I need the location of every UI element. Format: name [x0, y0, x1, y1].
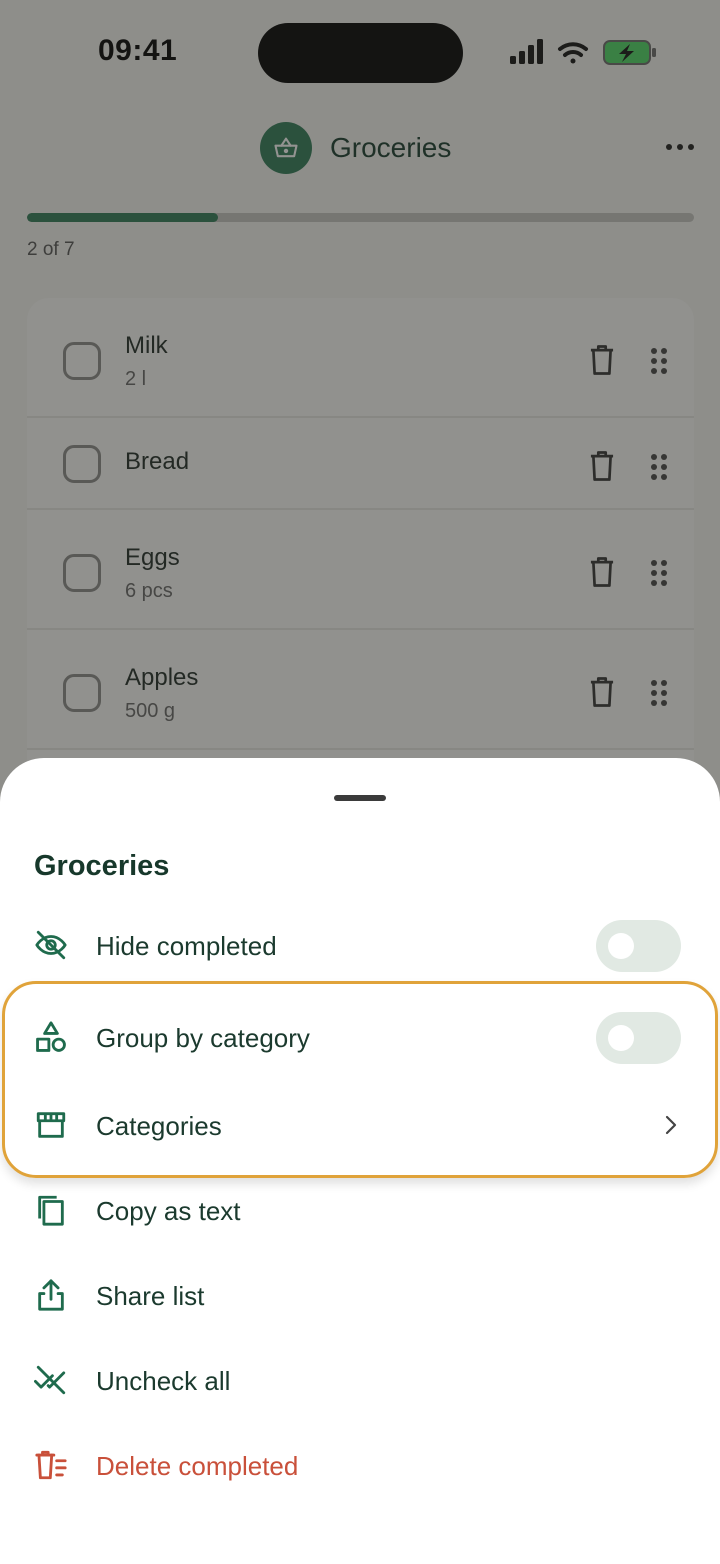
option-label: Share list	[96, 1281, 205, 1311]
hide-completed-toggle[interactable]	[596, 920, 681, 972]
option-label: Uncheck all	[96, 1366, 231, 1396]
option-label: Copy as text	[96, 1196, 241, 1226]
option-hide-completed[interactable]: Hide completed	[0, 910, 720, 982]
copy-icon	[38, 1195, 64, 1226]
highlight-outline	[2, 981, 718, 1178]
sheet-grabber[interactable]	[334, 795, 386, 801]
option-share-list[interactable]: Share list	[0, 1260, 720, 1332]
option-label: Delete completed	[96, 1451, 299, 1481]
option-label: Hide completed	[96, 931, 277, 961]
option-copy-as-text[interactable]: Copy as text	[0, 1175, 720, 1247]
toggle-knob	[608, 933, 634, 959]
option-delete-completed[interactable]: Delete completed	[0, 1430, 720, 1502]
uncheck-all-icon	[34, 1365, 66, 1395]
sheet-title: Groceries	[34, 850, 170, 882]
eye-off-icon	[35, 930, 67, 960]
share-icon	[38, 1279, 64, 1311]
option-uncheck-all[interactable]: Uncheck all	[0, 1345, 720, 1417]
delete-completed-icon	[35, 1450, 67, 1480]
